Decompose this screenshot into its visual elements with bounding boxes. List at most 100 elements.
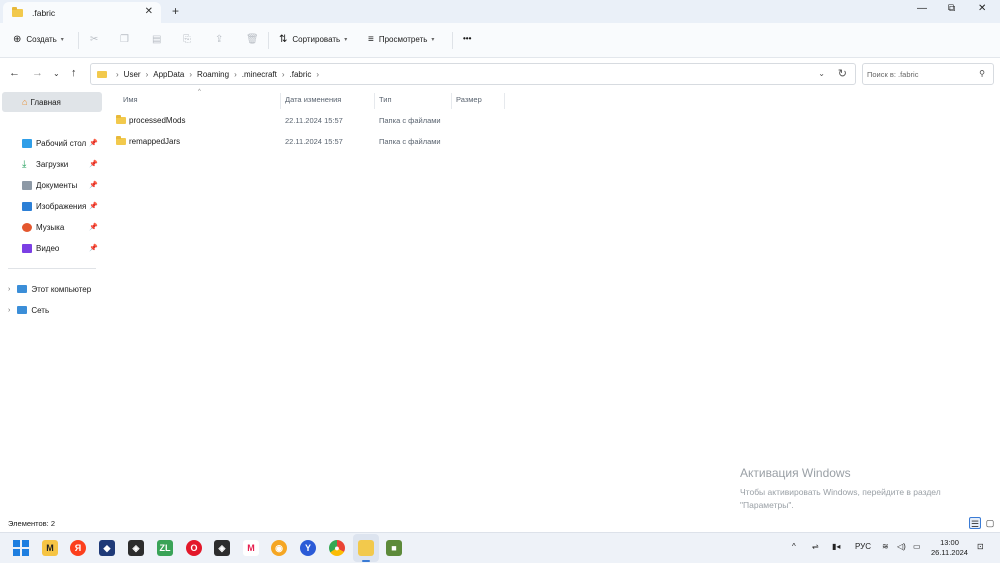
sidebar-item-documents[interactable]: Документы 📌 (22, 175, 102, 195)
view-button[interactable]: ≡ Просмотреть ▾ (368, 34, 434, 45)
sidebar-item-this-pc[interactable]: › Этот компьютер (8, 279, 91, 299)
column-divider[interactable] (451, 93, 452, 109)
sidebar-item-videos[interactable]: Видео 📌 (22, 238, 102, 258)
wifi-icon[interactable]: ≋ (882, 542, 889, 551)
file-explorer-icon[interactable] (358, 540, 374, 556)
pin-icon[interactable]: 📌 (89, 139, 98, 147)
language-indicator[interactable]: РУС (855, 542, 871, 551)
volume-icon[interactable]: ◁) (897, 542, 906, 551)
paste-icon[interactable]: ▤ (152, 34, 161, 45)
table-row[interactable]: remappedJars 22.11.2024 15:57 Папка с фа… (114, 132, 534, 152)
column-divider[interactable] (374, 93, 375, 109)
music-icon (22, 222, 32, 232)
maximize-button[interactable]: ⧉ (948, 3, 955, 14)
table-row[interactable]: processedMods 22.11.2024 15:57 Папка с ф… (114, 111, 534, 131)
activation-line: "Параметры". (740, 500, 794, 510)
sidebar-item-pictures[interactable]: Изображения 📌 (22, 196, 102, 216)
zl-launcher-icon[interactable]: ZL (157, 540, 173, 556)
sort-label: Сортировать (292, 35, 341, 44)
pin-icon[interactable]: 📌 (89, 160, 98, 168)
search-box[interactable]: ⚲ (862, 63, 994, 85)
notification-icon[interactable]: ⊡ (977, 542, 984, 551)
mail-m-icon[interactable]: M (243, 540, 259, 556)
chrome-icon[interactable]: ● (329, 540, 345, 556)
recent-chevron-icon[interactable]: ⌄ (53, 69, 60, 78)
column-header-type[interactable]: Тип (379, 95, 392, 104)
sort-button[interactable]: ⇅ Сортировать ▾ (279, 34, 347, 45)
shield-app-icon[interactable]: ◆ (99, 540, 115, 556)
up-arrow-icon[interactable]: ↑ (71, 67, 77, 79)
pin-icon[interactable]: 📌 (89, 244, 98, 252)
column-divider[interactable] (504, 93, 505, 109)
tab-fabric[interactable]: .fabric ✕ (3, 2, 161, 23)
breadcrumb-user[interactable]: User (124, 70, 141, 79)
folder-icon (116, 115, 126, 124)
minimize-button[interactable]: — (917, 3, 927, 14)
toolbar-divider (78, 32, 79, 49)
tray-app-icon[interactable]: ⇌ (812, 542, 819, 551)
tiles-view-icon[interactable]: ▢ (984, 517, 996, 529)
cut-icon[interactable]: ✂ (90, 34, 98, 45)
sidebar-item-network[interactable]: › Сеть (8, 300, 49, 320)
battery-icon[interactable]: ▭ (913, 542, 921, 551)
sidebar-item-desktop[interactable]: Рабочий стол 📌 (22, 133, 102, 153)
close-button[interactable]: ✕ (978, 3, 986, 14)
column-header-size[interactable]: Размер (456, 95, 482, 104)
column-header-date[interactable]: Дата изменения (285, 95, 341, 104)
tray-app-icon[interactable]: ▮◂ (832, 542, 840, 551)
miro-icon[interactable]: M (42, 540, 58, 556)
address-dropdown-icon[interactable]: ⌄ (818, 69, 825, 78)
sidebar-item-downloads[interactable]: ⤓ Загрузки 📌 (22, 154, 102, 174)
pin-icon[interactable]: 📌 (89, 181, 98, 189)
pin-icon[interactable]: 📌 (89, 202, 98, 210)
back-arrow-icon[interactable]: ← (9, 67, 20, 79)
plus-circle-icon: ⊕ (13, 34, 22, 45)
title-bar: .fabric ✕ + — ⧉ ✕ (0, 0, 1000, 23)
share-icon[interactable]: ⇪ (215, 34, 223, 45)
expand-chevron-icon[interactable]: › (8, 286, 10, 293)
y-app-icon[interactable]: Y (300, 540, 316, 556)
create-button[interactable]: ⊕ Создать ▾ (13, 34, 64, 45)
more-options-button[interactable]: ••• (463, 34, 471, 43)
navigation-bar: ← → ⌄ ↑ › User › AppData › Roaming › .mi… (0, 58, 1000, 89)
breadcrumb-separator-icon: › (116, 70, 119, 79)
breadcrumb-minecraft[interactable]: .minecraft (242, 70, 277, 79)
breadcrumb-fabric[interactable]: .fabric (290, 70, 312, 79)
refresh-icon[interactable]: ↻ (838, 67, 847, 80)
details-view-icon[interactable]: ☰ (969, 517, 981, 529)
game-launcher-icon[interactable]: ◈ (214, 540, 230, 556)
clock[interactable]: 13:00 26.11.2024 (931, 538, 968, 558)
sidebar-item-home[interactable]: ⌂ Главная (2, 92, 102, 112)
tab-title: .fabric (32, 7, 56, 18)
search-icon[interactable]: ⚲ (979, 69, 985, 78)
opera-icon[interactable]: O (186, 540, 202, 556)
pin-icon[interactable]: 📌 (89, 223, 98, 231)
activation-text: Чтобы активировать Windows, перейдите в … (740, 486, 980, 512)
game-pad-icon[interactable]: ◉ (271, 540, 287, 556)
search-input[interactable] (867, 68, 967, 81)
sidebar-item-label: Загрузки (36, 159, 69, 169)
home-icon: ⌂ (22, 97, 28, 107)
delete-icon[interactable]: 🗑 (246, 34, 259, 45)
address-bar[interactable]: › User › AppData › Roaming › .minecraft … (90, 63, 856, 85)
forward-arrow-icon[interactable]: → (32, 67, 43, 79)
breadcrumb-roaming[interactable]: Roaming (197, 70, 229, 79)
new-tab-button[interactable]: + (172, 4, 179, 18)
sidebar-item-label: Видео (36, 243, 60, 253)
column-header-name[interactable]: Имя (123, 95, 138, 104)
breadcrumb-appdata[interactable]: AppData (153, 70, 184, 79)
clock-date: 26.11.2024 (931, 548, 968, 557)
helmet-app-icon[interactable]: ◈ (128, 540, 144, 556)
column-divider[interactable] (280, 93, 281, 109)
item-count: Элементов: 2 (8, 519, 56, 528)
yandex-browser-icon[interactable]: Я (70, 540, 86, 556)
sidebar-divider (8, 268, 96, 269)
copy-icon[interactable]: ❐ (120, 34, 129, 45)
sidebar-item-music[interactable]: Музыка 📌 (22, 217, 102, 237)
expand-chevron-icon[interactable]: › (8, 307, 10, 314)
tab-close-icon[interactable]: ✕ (145, 6, 153, 17)
minecraft-icon[interactable]: ■ (386, 540, 402, 556)
start-icon[interactable] (13, 540, 29, 556)
rename-icon[interactable]: ⎘ (183, 34, 191, 45)
tray-overflow-icon[interactable]: ^ (792, 542, 796, 551)
